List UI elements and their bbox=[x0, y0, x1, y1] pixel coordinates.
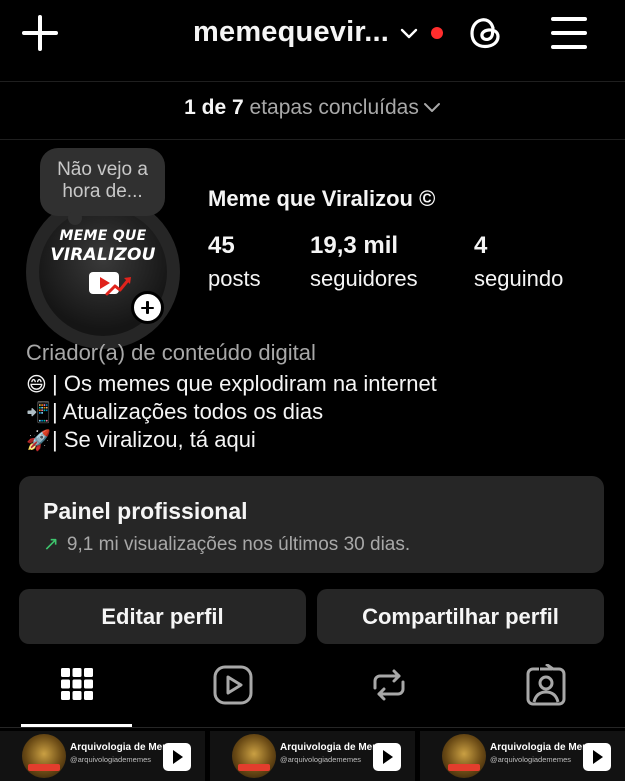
reels-icon[interactable] bbox=[211, 664, 255, 708]
bio-line: 📲| Atualizações todos os dias bbox=[26, 399, 324, 424]
post-thumbnail[interactable]: Arquivologia de Meme @arquivologiadememe… bbox=[210, 731, 415, 781]
bio-line: 🚀| Se viralizou, tá aqui bbox=[26, 427, 256, 452]
play-icon bbox=[373, 743, 401, 771]
grinning-face-emoji: 😄 bbox=[26, 372, 47, 396]
add-story-plus-icon[interactable] bbox=[131, 291, 164, 324]
trending-up-icon: ↗ bbox=[43, 533, 59, 555]
edit-profile-button[interactable]: Editar perfil bbox=[19, 589, 306, 644]
profile-category: Criador(a) de conteúdo digital bbox=[26, 340, 316, 365]
stat-posts[interactable]: 45 posts bbox=[208, 232, 261, 293]
stat-following[interactable]: 4 seguindo bbox=[474, 232, 563, 293]
channel-logo bbox=[442, 734, 486, 778]
top-bar: memequevir... bbox=[0, 0, 625, 72]
notification-dot bbox=[431, 27, 443, 39]
mobile-phone-emoji: 📲 bbox=[26, 400, 51, 424]
profile-note-bubble[interactable]: Não vejo a hora de... bbox=[40, 148, 165, 225]
post-thumbnail[interactable]: Arquivologia de Meme @arquivologiadememe… bbox=[420, 731, 625, 781]
divider bbox=[0, 727, 625, 728]
tagged-icon[interactable] bbox=[524, 664, 568, 708]
rocket-emoji: 🚀 bbox=[26, 428, 51, 452]
steps-label: etapas concluídas bbox=[249, 96, 419, 119]
grid-icon[interactable] bbox=[55, 664, 99, 708]
display-name: Meme que Viralizou © bbox=[208, 186, 436, 211]
steps-progress[interactable]: 1 de 7 etapas concluídas bbox=[0, 96, 625, 126]
professional-dashboard-card[interactable]: Painel profissional ↗ 9,1 mi visualizaçõe… bbox=[19, 476, 604, 573]
play-icon bbox=[163, 743, 191, 771]
channel-logo bbox=[22, 734, 66, 778]
stat-followers[interactable]: 19,3 mil seguidores bbox=[310, 232, 418, 293]
dashboard-title: Painel profissional bbox=[43, 498, 248, 524]
trending-arrow-icon bbox=[105, 277, 131, 296]
reposts-icon[interactable] bbox=[367, 664, 411, 708]
dashboard-subtitle: ↗ 9,1 mi visualizações nos últimos 30 dia… bbox=[43, 533, 411, 555]
avatar-logo: MEME QUE VIRALIZOU bbox=[50, 228, 156, 265]
share-profile-button[interactable]: Compartilhar perfil bbox=[317, 589, 604, 644]
chevron-down-icon[interactable] bbox=[399, 23, 419, 43]
post-thumbnail[interactable]: Arquivologia de Meme @arquivologiadememe… bbox=[0, 731, 205, 781]
bio-line: 😄 | Os memes que explodiram na internet bbox=[26, 371, 437, 396]
channel-logo bbox=[232, 734, 276, 778]
divider bbox=[0, 81, 625, 82]
create-plus-icon[interactable] bbox=[20, 14, 60, 54]
chevron-down-icon bbox=[423, 103, 440, 113]
play-icon bbox=[583, 743, 611, 771]
divider bbox=[0, 139, 625, 140]
username-switcher[interactable]: memequevir... bbox=[193, 16, 389, 49]
steps-count: 1 de 7 bbox=[184, 96, 244, 119]
threads-icon[interactable] bbox=[466, 13, 506, 53]
hamburger-menu-icon[interactable] bbox=[551, 16, 587, 50]
